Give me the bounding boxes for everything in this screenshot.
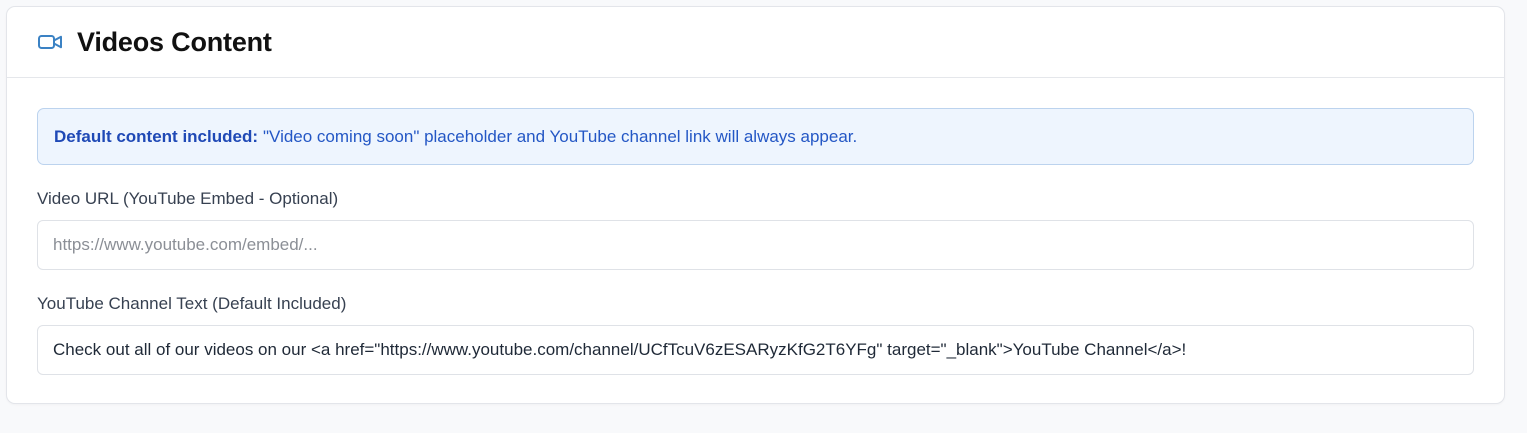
- card-body: Default content included: "Video coming …: [7, 78, 1504, 375]
- default-content-notice: Default content included: "Video coming …: [37, 108, 1474, 165]
- notice-strong-text: Default content included:: [54, 126, 258, 146]
- videos-content-card: Videos Content Default content included:…: [6, 6, 1505, 404]
- video-url-label: Video URL (YouTube Embed - Optional): [37, 189, 339, 208]
- notice-body-text: "Video coming soon" placeholder and YouT…: [263, 126, 858, 146]
- channel-text-label: YouTube Channel Text (Default Included): [37, 294, 347, 313]
- video-url-input[interactable]: [37, 220, 1474, 270]
- video-camera-icon: [38, 34, 63, 50]
- section-title: Videos Content: [77, 26, 272, 57]
- card-header: Videos Content: [7, 7, 1504, 78]
- channel-text-input[interactable]: [37, 325, 1474, 375]
